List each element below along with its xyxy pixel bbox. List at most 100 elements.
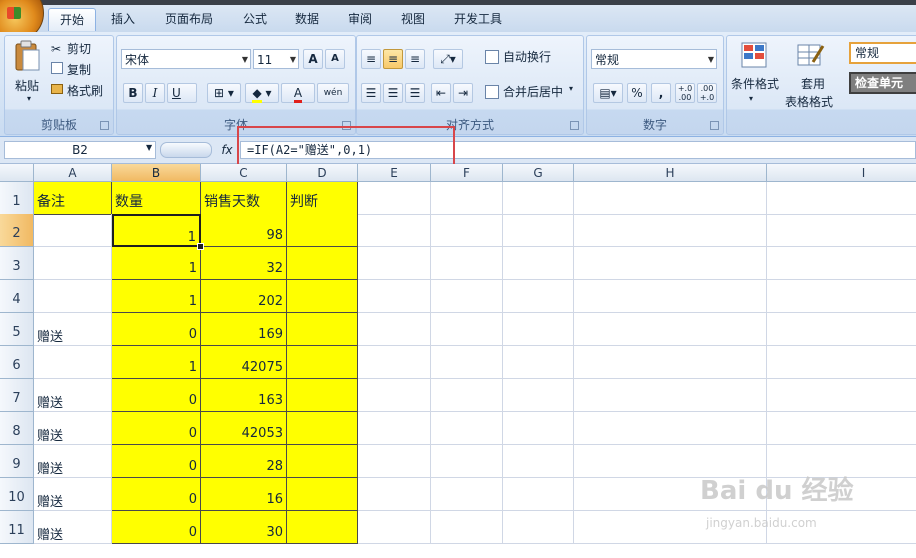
cut-button[interactable]: 剪切 [67,39,91,59]
cell-e5[interactable] [358,313,431,346]
row-header-9[interactable]: 9 [0,445,34,478]
align-middle-button[interactable]: ≡ [383,49,403,69]
style-normal[interactable]: 常规 [849,42,916,64]
cell-e2[interactable] [358,214,431,247]
column-header-f[interactable]: F [431,164,503,182]
cell-c6[interactable]: 42075 [201,346,287,379]
row-header-8[interactable]: 8 [0,412,34,445]
border-button[interactable]: ⊞ ▾ [207,83,241,103]
tab-home[interactable]: 开始 [48,8,96,31]
insert-function-button[interactable]: fx [215,141,239,159]
cell-a5[interactable]: 赠送 [34,313,112,346]
increase-indent-button[interactable]: ⇥ [453,83,473,103]
cell-g10[interactable] [503,478,574,511]
cell-f2[interactable] [431,214,503,247]
grow-font-button[interactable]: A [303,49,323,69]
italic-button[interactable]: I [145,83,165,103]
cell-i4[interactable] [767,280,916,313]
number-launcher-icon[interactable] [710,121,719,130]
row-header-1[interactable]: 1 [0,182,34,215]
cell-f3[interactable] [431,247,503,280]
column-header-h[interactable]: H [574,164,767,182]
cell-i3[interactable] [767,247,916,280]
copy-button[interactable]: 复制 [67,60,91,80]
cell-h6[interactable] [574,346,767,379]
number-format-combo[interactable]: 常规 ▼ [591,49,717,69]
cell-g1[interactable] [503,182,574,215]
accounting-button[interactable]: ▤▾ [593,83,623,103]
cell-d1[interactable]: 判断 [287,182,358,215]
cell-e7[interactable] [358,379,431,412]
cell-h8[interactable] [574,412,767,445]
percent-button[interactable]: % [627,83,647,103]
column-header-c[interactable]: C [201,164,287,182]
cell-f8[interactable] [431,412,503,445]
style-check-cell[interactable]: 检查单元 [849,72,916,94]
cell-i6[interactable] [767,346,916,379]
name-box-arrow-icon[interactable]: ▼ [146,143,152,152]
cell-b7[interactable]: 0 [112,379,201,412]
cell-e10[interactable] [358,478,431,511]
cell-g4[interactable] [503,280,574,313]
column-header-i[interactable]: I [767,164,916,182]
cell-c2[interactable]: 98 [201,214,287,247]
cell-a9[interactable]: 赠送 [34,445,112,478]
orientation-button[interactable]: ⤢▾ [433,49,463,69]
cell-a11[interactable]: 赠送 [34,511,112,544]
cell-g9[interactable] [503,445,574,478]
cell-d7[interactable] [287,379,358,412]
cell-b10[interactable]: 0 [112,478,201,511]
align-center-button[interactable]: ☰ [383,83,403,103]
paste-button[interactable]: 粘贴 [15,76,39,96]
tab-page-layout[interactable]: 页面布局 [156,8,222,30]
paste-dropdown-icon[interactable]: ▾ [27,94,31,103]
formula-bar-splitter[interactable] [160,142,212,158]
column-header-g[interactable]: G [503,164,574,182]
cell-f5[interactable] [431,313,503,346]
column-header-d[interactable]: D [287,164,358,182]
cell-h2[interactable] [574,214,767,247]
fill-color-button[interactable]: ◆ ▾ [245,83,279,103]
align-bottom-button[interactable]: ≡ [405,49,425,69]
cell-b1[interactable]: 数量 [112,182,201,215]
cell-a4[interactable] [34,280,112,313]
name-box[interactable]: B2 [4,141,156,159]
tab-data[interactable]: 数据 [284,8,330,30]
cell-g3[interactable] [503,247,574,280]
cell-b9[interactable]: 0 [112,445,201,478]
cell-f6[interactable] [431,346,503,379]
cell-f11[interactable] [431,511,503,544]
cell-i5[interactable] [767,313,916,346]
cell-c5[interactable]: 169 [201,313,287,346]
align-right-button[interactable]: ☰ [405,83,425,103]
cell-a2[interactable] [34,214,112,247]
cell-b4[interactable]: 1 [112,280,201,313]
phonetic-button[interactable]: wén [317,83,349,103]
cell-c3[interactable]: 32 [201,247,287,280]
table-format-label-b[interactable]: 表格格式 [785,92,833,112]
format-painter-button[interactable]: 格式刷 [67,81,103,101]
column-header-a[interactable]: A [34,164,112,182]
cell-h7[interactable] [574,379,767,412]
row-header-10[interactable]: 10 [0,478,34,511]
cell-d9[interactable] [287,445,358,478]
font-size-combo[interactable]: 11 ▼ [253,49,299,69]
row-header-6[interactable]: 6 [0,346,34,379]
column-header-e[interactable]: E [358,164,431,182]
cell-d10[interactable] [287,478,358,511]
cell-e1[interactable] [358,182,431,215]
paste-icon[interactable] [11,40,41,74]
conditional-format-arrow-icon[interactable]: ▾ [749,94,753,103]
cell-g11[interactable] [503,511,574,544]
cell-h5[interactable] [574,313,767,346]
cell-f10[interactable] [431,478,503,511]
cell-f1[interactable] [431,182,503,215]
cell-h3[interactable] [574,247,767,280]
cell-i7[interactable] [767,379,916,412]
cell-c9[interactable]: 28 [201,445,287,478]
cell-g2[interactable] [503,214,574,247]
cell-e9[interactable] [358,445,431,478]
cell-h4[interactable] [574,280,767,313]
cell-f4[interactable] [431,280,503,313]
cell-e3[interactable] [358,247,431,280]
